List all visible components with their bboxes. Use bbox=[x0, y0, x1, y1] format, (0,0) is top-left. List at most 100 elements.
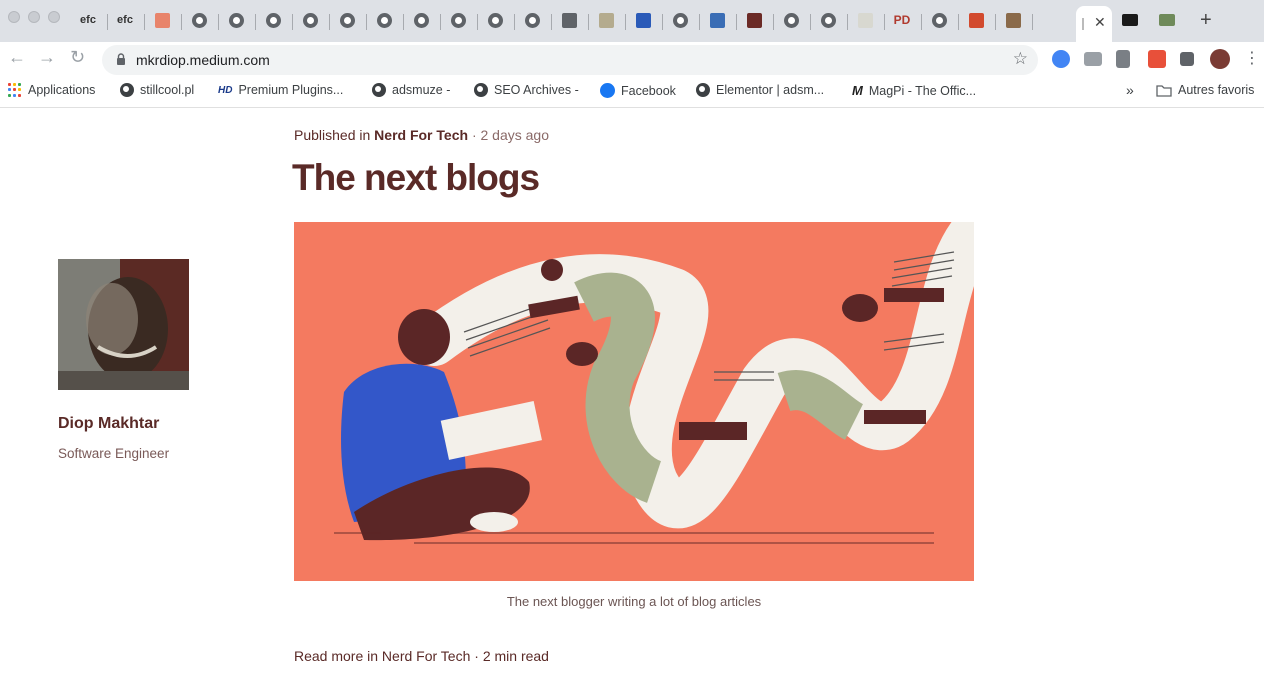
minimize-window-button[interactable] bbox=[28, 11, 40, 23]
browser-tab[interactable] bbox=[559, 10, 579, 30]
puzzle-extensions-icon[interactable] bbox=[1180, 52, 1194, 66]
browser-tab[interactable] bbox=[670, 10, 690, 30]
address-bar[interactable]: mkrdiop.medium.com ☆ bbox=[102, 45, 1038, 75]
tab-separator bbox=[736, 14, 737, 30]
bookmark-item[interactable]: stillcool.pl bbox=[120, 83, 194, 97]
back-arrow-icon[interactable]: ← bbox=[8, 47, 26, 68]
tab-separator bbox=[995, 14, 996, 30]
reload-icon[interactable]: ↻ bbox=[70, 47, 85, 68]
tab-separator bbox=[921, 14, 922, 30]
browser-tab[interactable] bbox=[744, 10, 764, 30]
stylized-s-icon bbox=[154, 12, 170, 28]
t-logo-icon bbox=[598, 12, 614, 28]
globe-icon bbox=[376, 12, 392, 28]
hd-icon: HD bbox=[218, 84, 233, 96]
em-logo-icon bbox=[635, 12, 651, 28]
close-tab-icon[interactable]: ✕ bbox=[1094, 14, 1106, 31]
tab-strip: efc efc PD ✕ + bbox=[0, 0, 1264, 42]
bookmark-item[interactable]: Elementor | adsm... bbox=[696, 83, 824, 97]
globe-icon bbox=[413, 12, 429, 28]
browser-tab[interactable]: PD bbox=[892, 10, 912, 30]
red-extension-icon[interactable] bbox=[1148, 50, 1166, 68]
new-tab-button[interactable]: + bbox=[1200, 9, 1212, 32]
hero-image[interactable] bbox=[294, 222, 974, 581]
bookmark-label: Facebook bbox=[621, 83, 676, 98]
tab-separator bbox=[588, 14, 589, 30]
bird-icon bbox=[857, 12, 873, 28]
browser-tab[interactable] bbox=[707, 10, 727, 30]
building-icon bbox=[561, 12, 577, 28]
browser-tab[interactable] bbox=[263, 10, 283, 30]
bookmarks-overflow-icon[interactable]: » bbox=[1126, 82, 1134, 98]
tab-separator bbox=[440, 14, 441, 30]
bookmarks-bar: Applications stillcool.pl HD Premium Plugin… bbox=[0, 78, 1264, 108]
browser-tab[interactable] bbox=[485, 10, 505, 30]
folder-icon bbox=[1156, 84, 1172, 97]
browser-tab[interactable]: efc bbox=[78, 10, 98, 30]
tab-separator bbox=[181, 14, 182, 30]
globe-icon bbox=[339, 12, 355, 28]
bookmark-label: MagPi - The Offic... bbox=[868, 83, 977, 98]
browser-tab[interactable] bbox=[966, 10, 986, 30]
author-name[interactable]: Diop Makhtar bbox=[58, 415, 159, 433]
profile-avatar[interactable] bbox=[1210, 49, 1230, 69]
browser-tab[interactable] bbox=[596, 10, 616, 30]
bookmark-item[interactable]: HD Premium Plugins... bbox=[218, 83, 343, 97]
browser-tab[interactable] bbox=[411, 10, 431, 30]
browser-tab[interactable]: efc bbox=[115, 10, 135, 30]
bookmark-item[interactable]: M MagPi - The Offic... bbox=[852, 83, 976, 98]
author-avatar[interactable] bbox=[58, 259, 189, 390]
browser-tab[interactable] bbox=[337, 10, 357, 30]
google-extension-icon[interactable] bbox=[1052, 50, 1070, 68]
other-bookmarks-folder[interactable]: Autres favoris bbox=[1156, 83, 1254, 97]
tab-separator bbox=[514, 14, 515, 30]
bookmark-star-icon[interactable]: ☆ bbox=[1013, 49, 1028, 69]
browser-tab[interactable] bbox=[929, 10, 949, 30]
bookmark-item[interactable]: SEO Archives - bbox=[474, 83, 579, 97]
tool-extension-icon[interactable] bbox=[1116, 50, 1130, 68]
browser-tab[interactable] bbox=[633, 10, 653, 30]
red-figure-icon bbox=[968, 12, 984, 28]
article-title[interactable]: The next blogs bbox=[292, 157, 540, 199]
globe-icon bbox=[931, 12, 947, 28]
browser-tab[interactable] bbox=[300, 10, 320, 30]
browser-tab[interactable] bbox=[818, 10, 838, 30]
tab-separator bbox=[329, 14, 330, 30]
published-prefix: Published in bbox=[294, 127, 371, 143]
bookmark-label: adsmuze - bbox=[392, 83, 451, 97]
active-tab[interactable]: ✕ bbox=[1076, 6, 1112, 42]
bookmark-item[interactable]: adsmuze - bbox=[372, 83, 450, 97]
bookmark-item[interactable]: Facebook bbox=[600, 83, 676, 98]
magpi-icon: M bbox=[852, 83, 863, 98]
tab-separator bbox=[292, 14, 293, 30]
browser-tab[interactable] bbox=[189, 10, 209, 30]
hero-caption: The next blogger writing a lot of blog a… bbox=[506, 594, 762, 609]
tab-separator bbox=[773, 14, 774, 30]
close-window-button[interactable] bbox=[8, 11, 20, 23]
tab-separator bbox=[218, 14, 219, 30]
maximize-window-button[interactable] bbox=[48, 11, 60, 23]
browser-tab[interactable] bbox=[1003, 10, 1023, 30]
browser-tab[interactable] bbox=[226, 10, 246, 30]
tab-separator bbox=[1032, 14, 1033, 30]
browser-tab[interactable] bbox=[152, 10, 172, 30]
menu-kebab-icon[interactable]: ⋮ bbox=[1244, 48, 1260, 68]
tab-separator bbox=[403, 14, 404, 30]
browser-toolbar: ← → ↻ mkrdiop.medium.com ☆ ⋮ bbox=[0, 42, 1264, 78]
browser-tab[interactable] bbox=[1120, 10, 1140, 30]
globe-icon bbox=[120, 83, 134, 97]
read-more-link[interactable]: Read more in Nerd For Tech · 2 min read bbox=[294, 648, 549, 664]
medium-logo-icon bbox=[1122, 14, 1138, 26]
camera-extension-icon[interactable] bbox=[1084, 52, 1102, 66]
other-bookmarks-label: Autres favoris bbox=[1178, 83, 1255, 97]
browser-tab[interactable] bbox=[522, 10, 542, 30]
publication-link[interactable]: Nerd For Tech bbox=[374, 127, 468, 143]
browser-tab[interactable] bbox=[1157, 10, 1177, 30]
browser-tab[interactable] bbox=[781, 10, 801, 30]
forward-arrow-icon[interactable]: → bbox=[38, 47, 56, 68]
browser-tab[interactable] bbox=[448, 10, 468, 30]
browser-tab[interactable] bbox=[855, 10, 875, 30]
browser-tab[interactable] bbox=[374, 10, 394, 30]
author-role: Software Engineer bbox=[58, 446, 170, 461]
bookmark-item[interactable]: Applications bbox=[8, 83, 95, 97]
